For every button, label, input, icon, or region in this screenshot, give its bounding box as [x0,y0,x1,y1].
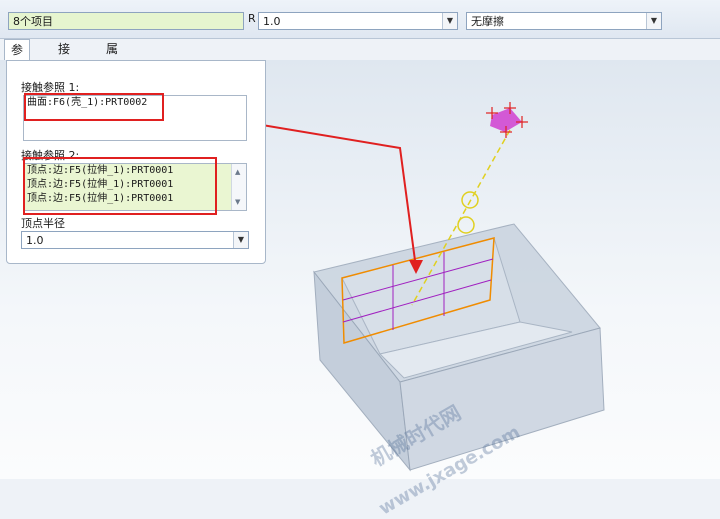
chevron-down-icon[interactable]: ▼ [646,13,661,29]
tab-references[interactable]: 参照 [4,39,31,77]
r-value-dropdown[interactable]: 1.0 ▼ [258,12,458,30]
scroll-down-icon[interactable]: ▼ [235,198,240,206]
radius-label: 顶点半径 [21,217,65,230]
tab-properties[interactable]: 属性 [100,39,124,76]
radius-dropdown[interactable]: 1.0 ▼ [21,231,249,249]
references-panel: 接触参照 1: 曲面:F6(壳_1):PRT0002 接触参照 2: 顶点:边:… [6,60,266,264]
friction-dropdown[interactable]: 无摩擦 ▼ [466,12,662,30]
items-collector[interactable]: 8个项目 [8,12,244,30]
annotation-box-ref2 [23,157,217,215]
r-value: 1.0 [263,15,281,28]
friction-value: 无摩擦 [471,15,504,28]
tab-contact[interactable]: 接触 [52,39,76,76]
annotation-box-ref1 [24,93,164,121]
ref2-scrollbar[interactable]: ▲ ▼ [231,164,246,210]
scroll-up-icon[interactable]: ▲ [235,168,240,176]
r-label: R [248,12,256,25]
top-toolbar: 8个项目 R 1.0 ▼ 无摩擦 ▼ [0,0,720,39]
chevron-down-icon[interactable]: ▼ [442,13,457,29]
chevron-down-icon[interactable]: ▼ [233,232,248,248]
radius-value: 1.0 [26,234,44,247]
